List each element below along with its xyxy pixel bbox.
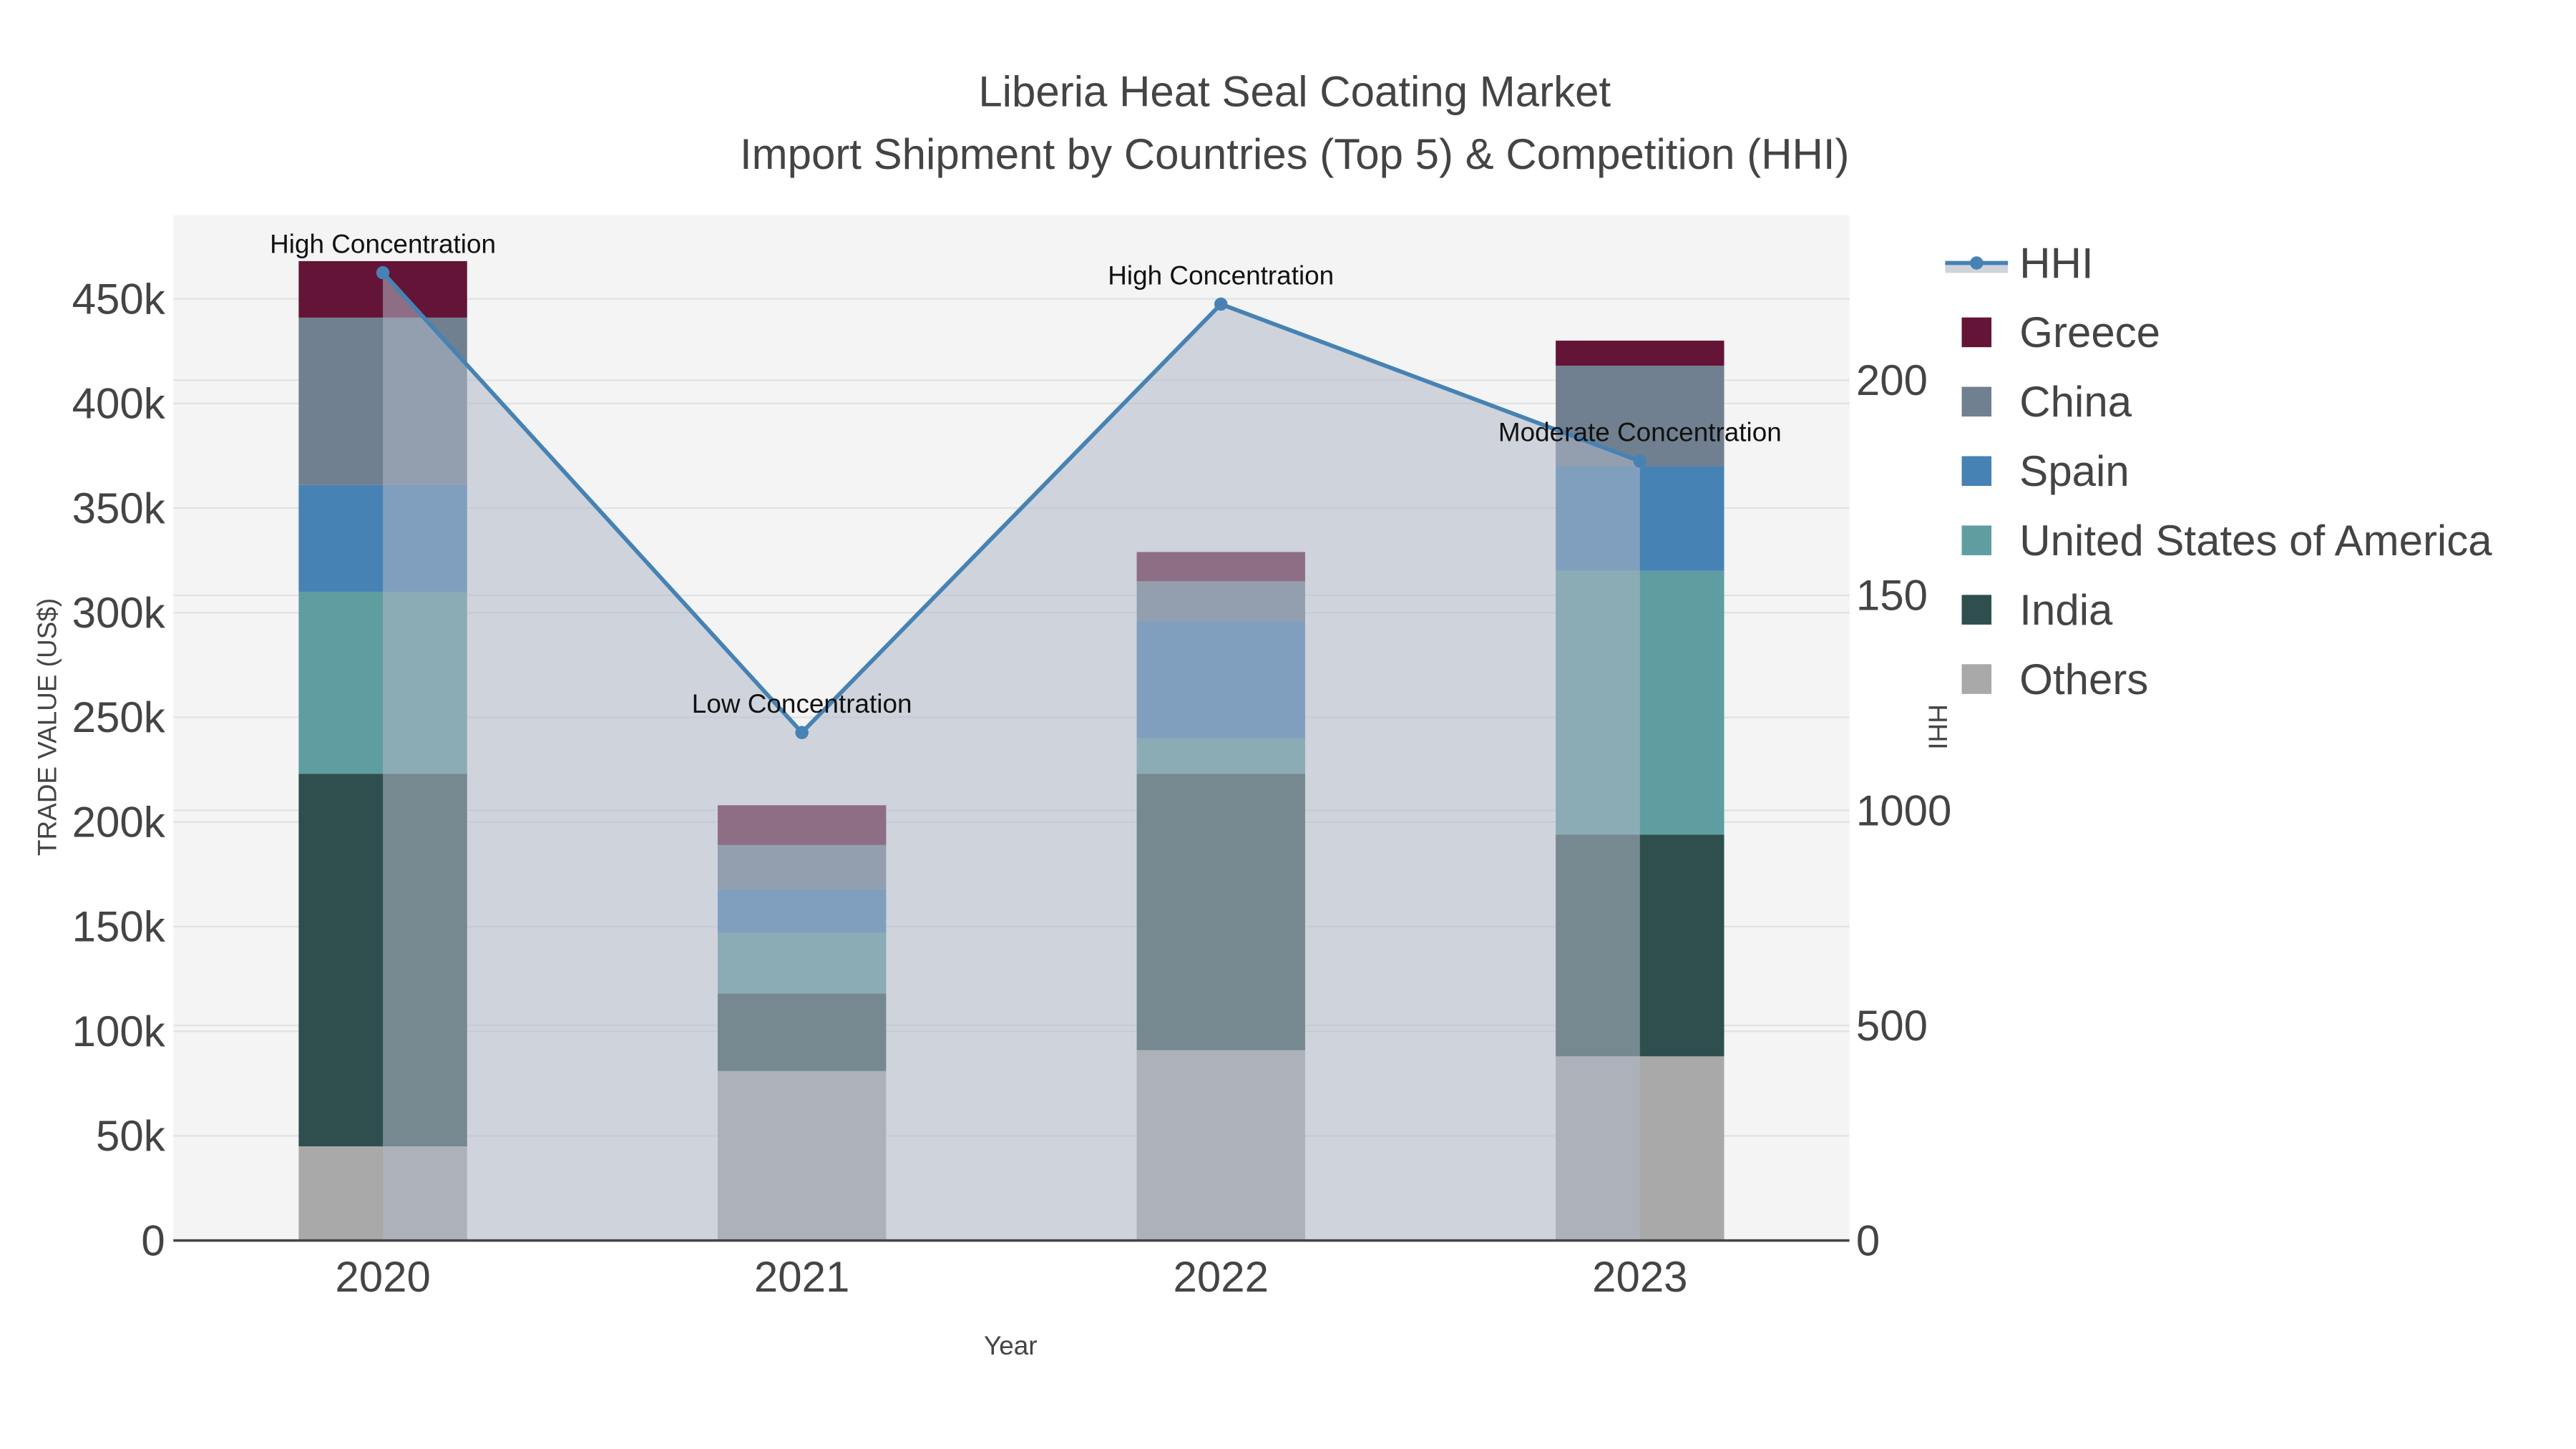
y-tick-label: 0 bbox=[141, 1216, 165, 1264]
legend-swatch-india bbox=[1961, 595, 1992, 625]
y-tick-label: 200k bbox=[72, 798, 166, 846]
legend-label: Spain bbox=[2019, 447, 2129, 495]
legend-label-hhi: HHI bbox=[2019, 239, 2093, 287]
hhi-annotation: Low Concentration bbox=[692, 689, 912, 718]
chart-subtitle: Import Shipment by Countries (Top 5) & C… bbox=[740, 130, 1850, 178]
y-axis-label: TRADE VALUE (US$) bbox=[32, 598, 62, 856]
y-tick-label: 50k bbox=[96, 1112, 166, 1160]
y2-tick-label: 500 bbox=[1856, 1002, 1928, 1050]
legend-hhi-marker bbox=[1970, 256, 1984, 270]
legend-label: India bbox=[2019, 586, 2113, 634]
chart: Liberia Heat Seal Coating Market Import … bbox=[32, 67, 2492, 1360]
y2-tick-label: 150 bbox=[1856, 572, 1928, 620]
y-tick-label: 300k bbox=[72, 589, 166, 637]
legend-label: Greece bbox=[2019, 308, 2160, 356]
x-tick-label: 2022 bbox=[1174, 1253, 1269, 1301]
hhi-point-2023 bbox=[1633, 454, 1647, 468]
y2-tick-label: 0 bbox=[1856, 1216, 1880, 1264]
y-tick-label: 400k bbox=[72, 380, 166, 428]
x-axis-label: Year bbox=[984, 1331, 1038, 1360]
y-tick-label: 450k bbox=[72, 275, 166, 323]
legend-swatch-spain bbox=[1961, 456, 1992, 487]
legend-swatch-others bbox=[1961, 664, 1992, 694]
legend-label: Others bbox=[2019, 655, 2148, 703]
y2-axis-label: HHI bbox=[1923, 704, 1952, 750]
hhi-point-2022 bbox=[1214, 297, 1228, 311]
x-tick-label: 2020 bbox=[335, 1253, 430, 1301]
y2-tick-label: 200 bbox=[1856, 356, 1928, 404]
legend-label: China bbox=[2019, 378, 2132, 426]
chart-title: Liberia Heat Seal Coating Market bbox=[978, 67, 1611, 115]
x-tick-label: 2021 bbox=[754, 1253, 849, 1301]
hhi-point-2021 bbox=[795, 726, 809, 739]
y-tick-label: 350k bbox=[72, 484, 166, 532]
legend-label: United States of America bbox=[2019, 517, 2492, 565]
y-tick-label: 100k bbox=[72, 1008, 166, 1055]
hhi-annotation: Moderate Concentration bbox=[1498, 418, 1782, 447]
x-tick-label: 2023 bbox=[1592, 1253, 1687, 1301]
hhi-annotation: High Concentration bbox=[270, 229, 496, 258]
y-tick-label: 250k bbox=[72, 693, 166, 741]
legend-swatch-china bbox=[1961, 386, 1992, 417]
y-tick-label: 150k bbox=[72, 903, 166, 951]
hhi-annotation: High Concentration bbox=[1108, 260, 1334, 290]
legend-swatch-united-states-of-america bbox=[1961, 525, 1992, 555]
legend-swatch-greece bbox=[1961, 317, 1992, 348]
bar-greece-2023 bbox=[1556, 341, 1724, 366]
y2-tick-label: 1000 bbox=[1856, 786, 1951, 834]
hhi-point-2020 bbox=[376, 265, 390, 280]
